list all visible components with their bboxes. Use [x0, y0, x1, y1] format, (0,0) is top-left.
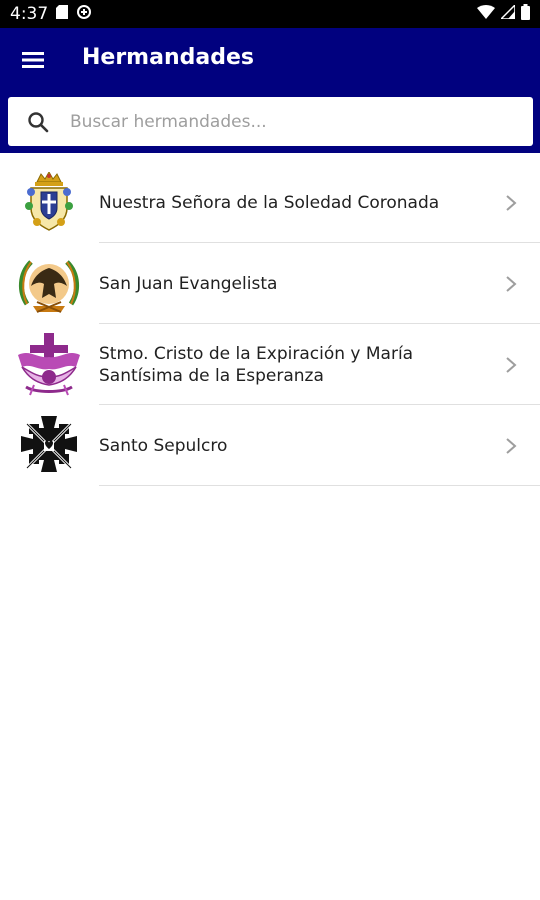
- status-right: [477, 2, 530, 25]
- divider: [99, 485, 540, 486]
- page-title: Hermandades: [82, 45, 254, 70]
- chevron-right-icon: [506, 357, 517, 373]
- cell-signal-icon: [499, 2, 516, 24]
- search-bar[interactable]: [8, 97, 533, 146]
- list-item-label: Santo Sepulcro: [99, 435, 228, 456]
- status-left: 4:37: [10, 4, 92, 25]
- hermandades-list: Nuestra Señora de la Soledad Coronada Sa…: [0, 162, 540, 486]
- list-item[interactable]: Santo Sepulcro: [0, 405, 540, 486]
- list-item-label: Nuestra Señora de la Soledad Coronada: [99, 192, 440, 213]
- list-item[interactable]: San Juan Evangelista: [0, 243, 540, 324]
- chevron-right-icon: [506, 438, 517, 454]
- data-saver-icon: [76, 4, 92, 25]
- app-bar: Hermandades: [0, 28, 540, 153]
- list-item-label: Stmo. Cristo de la Expiración y María Sa…: [99, 343, 414, 386]
- search-icon: [28, 112, 49, 133]
- status-bar: 4:37: [0, 0, 540, 28]
- hamburger-menu-icon: [22, 52, 44, 68]
- list-item-label: San Juan Evangelista: [99, 273, 278, 294]
- crown-shield-emblem-icon: [16, 170, 82, 236]
- battery-icon: [521, 3, 530, 25]
- purple-cross-emblem-icon: [16, 332, 82, 398]
- eagle-laurel-emblem-icon: [16, 251, 82, 317]
- wifi-icon: [477, 4, 495, 24]
- list-item[interactable]: Nuestra Señora de la Soledad Coronada: [0, 162, 540, 243]
- menu-button[interactable]: [18, 46, 48, 74]
- search-input[interactable]: [70, 97, 520, 146]
- chevron-right-icon: [506, 276, 517, 292]
- chevron-right-icon: [506, 195, 517, 211]
- status-time: 4:37: [10, 4, 49, 24]
- sd-card-icon: [56, 4, 69, 24]
- list-item[interactable]: Stmo. Cristo de la Expiración y María Sa…: [0, 324, 540, 405]
- black-cross-emblem-icon: [16, 413, 82, 479]
